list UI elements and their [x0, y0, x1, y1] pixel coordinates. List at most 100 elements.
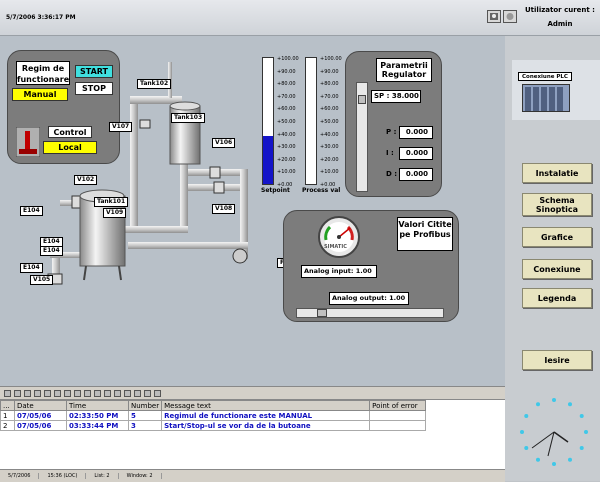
- analog-output-slider-thumb[interactable]: [317, 309, 327, 317]
- clock-hour-mark: [584, 430, 588, 434]
- tag-tank102: Tank102: [137, 79, 172, 89]
- table-row[interactable]: 2 07/05/06 03:33:44 PM 3 Start/Stop-ul s…: [0, 420, 427, 431]
- clock-hour-mark: [524, 414, 529, 418]
- analog-output-slider[interactable]: [296, 308, 444, 318]
- alarm-tool-icon-12[interactable]: [114, 389, 121, 397]
- status-bar: 5/7/2006 15:36 (LOC) List: 2 Window: 2: [0, 469, 505, 482]
- p-label: P :: [386, 128, 397, 136]
- valve-v107-icon[interactable]: [139, 119, 151, 129]
- grafice-button[interactable]: Grafice: [522, 227, 592, 247]
- scale-tick-label: +90.00: [277, 68, 296, 75]
- regulator-panel: Parametrii Regulator SP : 38.000 P : 0.0…: [345, 51, 442, 197]
- pipe-bottom-return: [128, 242, 248, 249]
- plc-connection[interactable]: Conexiune PLC: [512, 60, 600, 120]
- alarm-tool-icon-9[interactable]: [84, 389, 91, 397]
- col-time[interactable]: Time: [66, 400, 129, 411]
- status-date: 5/7/2006: [0, 473, 40, 479]
- valve-v106-icon[interactable]: [209, 166, 221, 179]
- tag-v105: V105: [30, 275, 54, 285]
- current-user-label: Utilizator curent :: [525, 6, 595, 14]
- scale-tick-label: +70.00: [320, 93, 339, 100]
- process-value-scale: +100.00 +90.00 +80.00 +70.00 +60.00 +50.00 +40…: [320, 56, 342, 195]
- status-time: 15:36 (LOC): [39, 473, 87, 479]
- alarm-tool-icon-16[interactable]: [154, 389, 161, 397]
- iesire-button[interactable]: Iesire: [522, 350, 592, 370]
- scale-tick-label: +80.00: [320, 81, 339, 88]
- table-row[interactable]: 1 07/05/06 02:33:50 PM 5 Regimul de func…: [0, 410, 427, 421]
- alarm-tool-icon-14[interactable]: [134, 389, 141, 397]
- d-value[interactable]: 0.000: [399, 168, 433, 181]
- sp-value: 38.000: [391, 92, 419, 100]
- tag-v108: V108: [212, 204, 236, 214]
- sp-slider[interactable]: [356, 82, 368, 192]
- alarm-table: ... Date Time Number Message text Point …: [0, 400, 427, 431]
- legenda-button[interactable]: Legenda: [522, 288, 592, 308]
- tag-v106: V106: [212, 138, 236, 148]
- scale-tick-label: +30.00: [277, 144, 296, 151]
- alarm-tool-icon-1[interactable]: [4, 389, 11, 397]
- scale-tick-label: +10.00: [277, 169, 296, 176]
- scale-tick-label: +80.00: [277, 81, 296, 88]
- process-value-label: Process val: [302, 187, 341, 194]
- clock-hour-mark: [524, 446, 529, 450]
- logoff-icon[interactable]: [503, 10, 517, 23]
- tag-tank101: Tank101: [94, 197, 129, 207]
- row-message: Regimul de functionare este MANUAL: [161, 410, 371, 421]
- alarm-tool-icon-11[interactable]: [104, 389, 111, 397]
- valve-v102-icon[interactable]: [71, 195, 81, 209]
- schema-sinoptica-button[interactable]: Schema Sinoptica: [522, 193, 592, 216]
- conexiune-button[interactable]: Conexiune: [522, 259, 592, 279]
- status-list: List: 2: [86, 473, 119, 479]
- alarm-tool-icon-3[interactable]: [24, 389, 31, 397]
- gauge-icon: [318, 216, 360, 258]
- user-switch-icon[interactable]: [487, 10, 501, 23]
- alarm-tool-icon-13[interactable]: [124, 389, 131, 397]
- alarm-tool-icon-4[interactable]: [34, 389, 41, 397]
- sp-field[interactable]: SP : 38.000: [371, 90, 421, 103]
- p-value[interactable]: 0.000: [399, 126, 433, 139]
- scale-tick-label: +20.00: [277, 156, 296, 163]
- analog-input-label: Analog input:: [304, 267, 354, 275]
- scale-tick-label: +100.00: [320, 56, 342, 62]
- col-number[interactable]: Number: [127, 400, 163, 411]
- alarm-tool-icon-6[interactable]: [54, 389, 61, 397]
- row-index: 2: [0, 420, 15, 431]
- alarm-tool-icon-8[interactable]: [74, 389, 81, 397]
- alarm-tool-icon-7[interactable]: [64, 389, 71, 397]
- col-index[interactable]: ...: [0, 400, 15, 411]
- alarm-tool-icon-15[interactable]: [144, 389, 151, 397]
- pipe-down-mid: [180, 162, 188, 232]
- clock-hour-mark: [568, 457, 572, 462]
- analog-output-label: Analog output:: [332, 294, 387, 302]
- row-number: 5: [127, 410, 163, 421]
- pump-p101-icon[interactable]: [232, 248, 248, 264]
- tag-e104-4: E104: [20, 263, 43, 273]
- row-date: 07/05/06: [14, 420, 67, 431]
- row-index: 1: [0, 410, 15, 421]
- row-date: 07/05/06: [14, 410, 67, 421]
- col-date[interactable]: Date: [14, 400, 67, 411]
- scale-tick-label: +10.00: [320, 169, 339, 176]
- analog-input-value: 1.00: [355, 267, 372, 275]
- scale-tick-label: +70.00: [277, 93, 296, 100]
- valve-v108-icon[interactable]: [213, 181, 225, 194]
- alarm-tool-icon-10[interactable]: [94, 389, 101, 397]
- col-message[interactable]: Message text: [161, 400, 371, 411]
- gauge-brand: SIMATIC: [324, 244, 347, 250]
- instalatie-button[interactable]: Instalatie: [522, 163, 592, 183]
- scale-tick-label: +50.00: [277, 118, 296, 125]
- analog-input-field: Analog input: 1.00: [301, 265, 377, 278]
- top-bar: 5/7/2006 3:36:17 PM Utilizator curent : …: [0, 0, 600, 36]
- profibus-title: Valori Citite pe Profibus: [397, 217, 453, 251]
- alarm-tool-icon-2[interactable]: [14, 389, 21, 397]
- row-point: [369, 420, 427, 431]
- alarm-list: ... Date Time Number Message text Point …: [0, 399, 505, 469]
- tag-e104-3: E104: [40, 246, 63, 256]
- col-point-of-error[interactable]: Point of error: [369, 400, 427, 411]
- i-value[interactable]: 0.000: [399, 147, 433, 160]
- sp-slider-thumb[interactable]: [358, 95, 366, 104]
- tag-v107: V107: [109, 122, 133, 132]
- clock-hand: [553, 431, 569, 443]
- scale-tick-label: +20.00: [320, 156, 339, 163]
- alarm-tool-icon-5[interactable]: [44, 389, 51, 397]
